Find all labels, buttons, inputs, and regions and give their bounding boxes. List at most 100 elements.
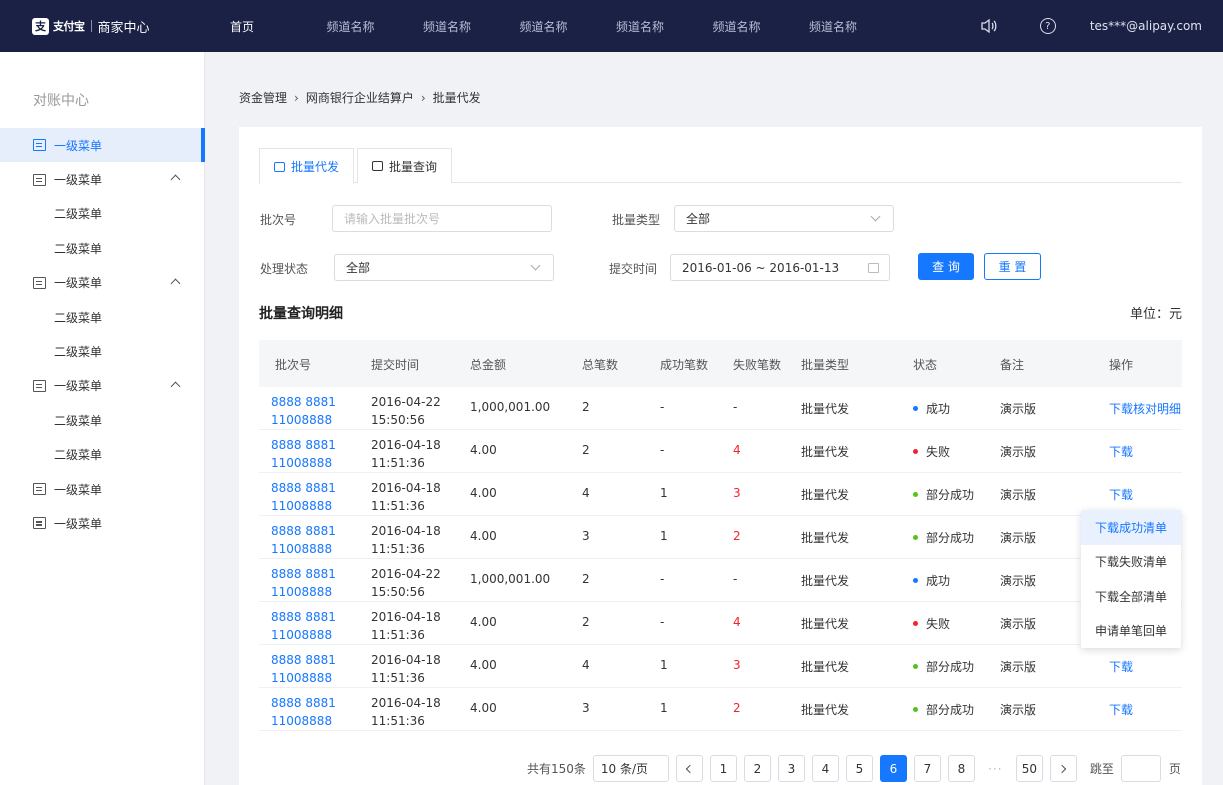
dropdown-item-receipt[interactable]: 申请单笔回单 — [1081, 614, 1181, 649]
batch-number-link[interactable]: 8888 8881 11008888 — [271, 565, 336, 601]
query-button[interactable]: 查 询 — [918, 253, 974, 280]
table-body: 8888 8881 11008888 2016-04-22 15:50:56 1,000… — [259, 387, 1182, 731]
column-header: 提交时间 — [371, 358, 420, 372]
sidebar-item-level2[interactable]: 二级菜单 — [0, 197, 205, 231]
menu-list-icon — [33, 139, 46, 152]
chevron-left-icon — [686, 764, 695, 773]
page-button[interactable]: 7 — [913, 755, 941, 782]
batch-number-line: 11008888 — [271, 671, 333, 685]
page-button[interactable]: 3 — [777, 755, 805, 782]
fail-cell: 3 — [733, 486, 741, 500]
download-dropdown-menu: 下载成功清单 下载失败清单 下载全部清单 申请单笔回单 — [1081, 510, 1181, 648]
submit-time-cell: 2016-04-18 11:51:36 — [371, 694, 441, 730]
success-cell: 1 — [660, 658, 668, 672]
dropdown-item-download-all[interactable]: 下载全部清单 — [1081, 579, 1181, 614]
pagination-ellipsis[interactable]: ··· — [982, 762, 1009, 776]
breadcrumb-item[interactable]: 资金管理 — [239, 89, 287, 106]
sidebar-item-level2[interactable]: 二级菜单 — [0, 403, 205, 437]
dropdown-item-download-success[interactable]: 下载成功清单 — [1081, 510, 1181, 545]
sidebar-item-level1[interactable]: 一级菜单 — [0, 506, 205, 540]
batch-number-link[interactable]: 8888 8881 11008888 — [271, 479, 336, 515]
page-button[interactable]: 1 — [709, 755, 737, 782]
chevron-up-icon — [170, 278, 181, 289]
batch-number-line: 8888 8881 — [271, 395, 336, 409]
table-row: 8888 8881 11008888 2016-04-22 15:50:56 1,000… — [259, 559, 1182, 602]
tab-batch-payout[interactable]: 批量代发 — [259, 148, 355, 184]
dropdown-item-download-fail[interactable]: 下载失败清单 — [1081, 545, 1181, 580]
sidebar-item-level1[interactable]: 一级菜单 — [0, 162, 205, 196]
sidebar-item-level1[interactable]: 一级菜单 — [0, 128, 205, 163]
submit-date: 2016-04-18 — [371, 653, 441, 667]
date-range-picker[interactable]: 2016-01-06 ~ 2016-01-13 — [670, 254, 890, 281]
batch-number-link[interactable]: 8888 8881 11008888 — [271, 436, 336, 472]
menu-list-icon — [33, 276, 46, 289]
action-link[interactable]: 下载核对明细 — [1109, 400, 1181, 417]
status-select[interactable]: 全部 — [334, 254, 554, 281]
sidebar-item-level2[interactable]: 二级菜单 — [0, 300, 205, 334]
speaker-icon[interactable] — [980, 17, 998, 35]
topnav-item[interactable]: 频道名称 — [713, 18, 810, 35]
topnav-item[interactable]: 频道名称 — [423, 18, 520, 35]
page-button-last[interactable]: 50 — [1015, 755, 1043, 782]
page-button-current[interactable]: 6 — [879, 755, 907, 782]
submit-time: 11:51:36 — [371, 499, 425, 513]
topnav-item[interactable]: 频道名称 — [809, 18, 906, 35]
column-header: 总金额 — [470, 358, 507, 372]
status-cell: 部分成功 — [913, 701, 974, 718]
batch-type-select[interactable]: 全部 — [674, 205, 894, 232]
column-header: 操作 — [1109, 358, 1134, 372]
sidebar-item-level2[interactable]: 二级菜单 — [0, 231, 205, 265]
batch-number-link[interactable]: 8888 8881 11008888 — [271, 393, 336, 429]
help-icon[interactable]: ? — [1039, 18, 1056, 34]
batch-no-input[interactable]: 请输入批量批次号 — [332, 205, 552, 232]
table-header: 批次号 提交时间 总金额 总笔数 成功笔数 失败笔数 批量类型 状态 备注 操作 — [259, 340, 1182, 387]
column-header: 状态 — [913, 358, 938, 372]
page-button[interactable]: 4 — [811, 755, 839, 782]
page-size-value: 10 条/页 — [600, 762, 649, 776]
action-link[interactable]: 下载 — [1109, 443, 1133, 460]
status-label: 处理状态 — [260, 262, 309, 276]
reset-button[interactable]: 重 置 — [984, 253, 1041, 280]
table-row: 8888 8881 11008888 2016-04-18 11:51:36 4.00 2… — [259, 602, 1182, 645]
amount-cell: 4.00 — [470, 658, 497, 672]
batch-number-link[interactable]: 8888 8881 11008888 — [271, 522, 336, 558]
sidebar-item-label: 二级菜单 — [54, 310, 103, 325]
top-right-tools: ? tes***@alipay.com — [980, 0, 1202, 52]
success-cell: 1 — [660, 529, 668, 543]
batch-number-line: 8888 8881 — [271, 610, 336, 624]
action-link[interactable]: 下载 — [1109, 486, 1133, 503]
tab-batch-query[interactable]: 批量查询 — [357, 148, 453, 183]
main-card: 批量代发 批量查询 批次号 请输入批量批次号 批量类型 全部 处理状态 全部 提… — [239, 127, 1202, 785]
sidebar-item-level1[interactable]: 一级菜单 — [0, 472, 205, 506]
submit-time-cell: 2016-04-18 11:51:36 — [371, 651, 441, 687]
logo[interactable]: 支 支付宝 商家中心 — [32, 17, 222, 36]
status-text: 失败 — [926, 445, 951, 459]
topnav-item[interactable]: 频道名称 — [616, 18, 713, 35]
sidebar-item-level2[interactable]: 二级菜单 — [0, 334, 205, 368]
batch-number-link[interactable]: 8888 8881 11008888 — [271, 694, 336, 730]
page-button[interactable]: 2 — [743, 755, 771, 782]
sidebar-item-level1[interactable]: 一级菜单 — [0, 266, 205, 300]
batch-number-link[interactable]: 8888 8881 11008888 — [271, 651, 336, 687]
jump-page-input[interactable] — [1120, 755, 1161, 782]
action-link[interactable]: 下载 — [1109, 658, 1133, 675]
topnav-item[interactable]: 频道名称 — [520, 18, 617, 35]
topnav-item[interactable]: 频道名称 — [327, 18, 424, 35]
status-cell: 部分成功 — [913, 486, 974, 503]
page-button[interactable]: 5 — [845, 755, 873, 782]
fail-cell: - — [733, 400, 738, 414]
batch-number-link[interactable]: 8888 8881 11008888 — [271, 608, 336, 644]
account-email[interactable]: tes***@alipay.com — [1090, 19, 1202, 33]
breadcrumb-item[interactable]: 网商银行企业结算户 — [306, 89, 414, 106]
submit-time-cell: 2016-04-22 15:50:56 — [371, 565, 441, 601]
action-link[interactable]: 下载 — [1109, 701, 1133, 718]
sidebar-item-level2[interactable]: 二级菜单 — [0, 438, 205, 472]
sidebar-item-level1[interactable]: 一级菜单 — [0, 369, 205, 403]
page-size-select[interactable]: 10 条/页 — [592, 755, 669, 782]
next-page-button[interactable] — [1049, 755, 1077, 782]
topnav-item-home[interactable]: 首页 — [230, 18, 327, 35]
type-cell: 批量代发 — [801, 531, 850, 545]
page-button[interactable]: 8 — [947, 755, 975, 782]
column-header: 失败笔数 — [733, 358, 782, 372]
prev-page-button[interactable] — [675, 755, 703, 782]
